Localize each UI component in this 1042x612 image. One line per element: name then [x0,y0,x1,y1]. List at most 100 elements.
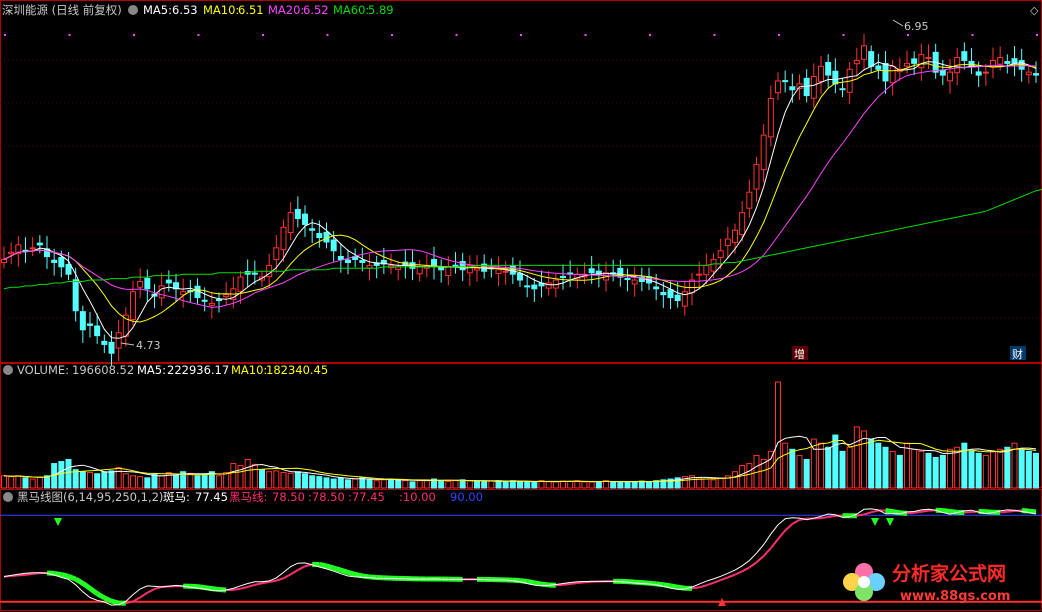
zebra-segment [240,585,248,590]
signal-dot [778,34,780,36]
volume-bar [775,381,781,489]
zebra-segment [727,573,736,579]
volume-bar [846,446,853,489]
volume-bar [896,454,903,489]
watermark-title: 分析家公式网 [892,562,1006,585]
collapse-icon[interactable] [128,5,138,15]
volume-bar [474,480,480,489]
zebra-segment [32,572,40,575]
zebra-segment [95,591,106,601]
ma5-value: 6.53 [172,3,198,17]
candle-body [65,264,72,275]
stock-chart: 深圳能源 (日线 前复权) MA5: 6.53 MA10: 6.51 MA20:… [0,0,1042,611]
volume-bar [968,450,975,489]
volume-bar [72,469,79,489]
volume-bar [144,477,151,489]
volume-bar [495,480,502,489]
candle-body [918,54,925,69]
volume-bar [545,480,552,489]
candle-body [724,238,731,247]
zebra-segment [211,586,220,593]
volume-bar [452,480,459,489]
candle-body [667,289,674,299]
volume-bar [366,479,373,489]
candle-body [531,284,538,290]
zebra-segment [197,584,205,591]
volume-bar [552,481,559,489]
zebra-segment [533,580,542,587]
volume-bar [509,480,516,489]
zebra-segment [577,581,585,585]
candle-body [1033,73,1039,76]
high-pointer [892,19,904,27]
candle-body [1,259,7,263]
candle-body [345,259,351,263]
volume-bar [266,471,273,489]
zebra-segment [720,576,729,582]
volume-bar [137,476,144,489]
zebra-segment [74,576,85,586]
volume-bar [416,480,423,489]
zebra-segment [748,561,758,569]
collapse-icon[interactable] [3,492,13,502]
indicator-title: 黑马线图(6,14,95,250,1,2) [17,490,163,504]
volume-bar [294,471,301,489]
candle-body [1004,61,1011,64]
candle-body [674,294,681,302]
volume-bar [975,452,982,489]
candle-body [939,69,946,76]
zebra-segment [698,584,707,589]
candle-body [130,291,136,320]
zebra-segment [541,581,549,588]
volume-bar [818,442,824,489]
signal-dot [713,34,716,36]
collapse-icon[interactable] [3,365,13,375]
candle-body [990,59,996,68]
price-title: 深圳能源 (日线 前复权) [2,3,122,17]
volume-value: 196608.52 [72,363,134,377]
volume-bar [388,478,394,489]
candle-body [79,311,86,331]
event-flag-cai-label: 财 [1012,347,1023,361]
sell-arrow-icon [54,518,62,526]
horse-label: 黑马线: [229,490,267,504]
volume-bar [767,450,774,489]
low-pointer [120,342,135,346]
volume-bar [216,475,222,489]
sell-arrow-icon [886,518,894,526]
candle-body [101,340,108,345]
signal-dot [584,34,587,36]
candle-body [251,272,258,275]
zebra-label: 斑马: [163,490,190,504]
zebra-segment [25,572,33,576]
volume-bar [868,438,875,489]
zebra-value: 77.45 [195,490,228,504]
volume-bar [746,463,753,489]
volume-bar [904,442,910,489]
volume-bar [380,479,387,489]
volume-bar [853,426,860,489]
volume-bar [323,477,330,489]
candle-body [280,226,287,251]
volume-bar [201,473,208,489]
volume-bar [65,458,72,489]
zebra-segment [870,509,879,514]
candle-body [624,278,631,281]
volume-bar [459,479,466,489]
volume-header: VOLUME: 196608.52 MA5: 222936.17 MA10: 1… [3,363,328,377]
candle-body [72,279,79,312]
candle-body [94,325,101,337]
zebra-segment [820,516,829,520]
diamond-icon[interactable]: ◇ [1030,4,1039,17]
volume-bar [273,470,280,489]
candle-body [366,264,373,269]
low-label: 4.73 [136,339,161,352]
volume-bar [803,458,810,489]
candle-body [58,256,65,268]
ma60-label: MA60: [333,3,369,17]
volume-bar [954,446,961,489]
volume-bar [438,480,445,489]
signal-dot [907,34,909,36]
zebra-segment [655,581,664,588]
zebra-segment [691,586,700,590]
